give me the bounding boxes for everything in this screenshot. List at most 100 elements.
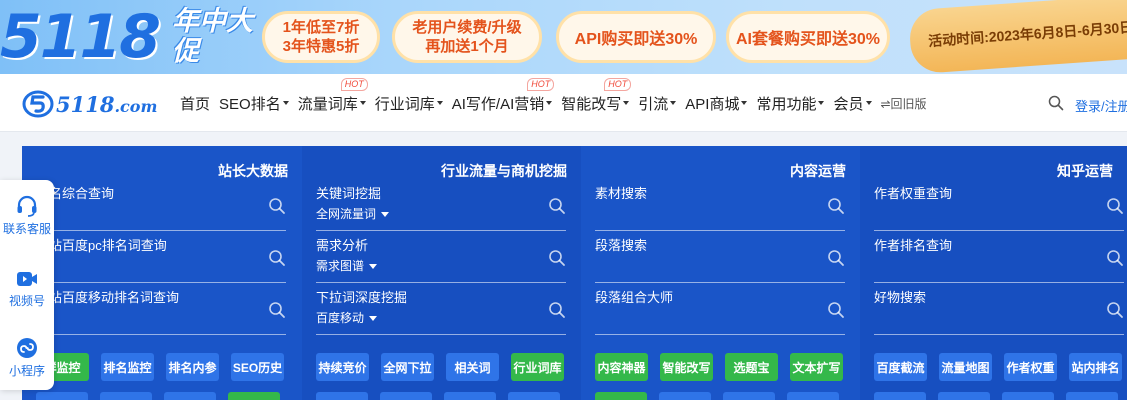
login-link[interactable]: 登录/注册	[1075, 96, 1127, 115]
site-logo[interactable]: 5118.com	[22, 90, 157, 118]
tool-search-row[interactable]: 需求分析 需求图谱	[316, 235, 566, 283]
quick-tool-button-partial[interactable]	[164, 392, 216, 400]
quick-tool-button-partial[interactable]	[100, 392, 152, 400]
video-channel-button[interactable]: 视频号	[0, 268, 54, 309]
search-icon[interactable]	[548, 197, 566, 220]
activity-time-badge: 活动时间:2023年6月8日-6月30日	[908, 0, 1127, 74]
tool-search-row[interactable]: 关键词挖掘 全网流量词	[316, 183, 566, 231]
tool-label: 网站百度pc排名词查询	[36, 238, 167, 253]
promo-banner[interactable]: 5118 年中大促 1年低至7折 3年特惠5折 老用户续费/升级 再加送1个月 …	[0, 0, 1127, 74]
quick-tool-button[interactable]: SEO历史	[231, 353, 284, 381]
tool-type-select[interactable]: 全网流量词	[316, 205, 390, 222]
quick-tool-button[interactable]: 全网下拉	[381, 353, 434, 381]
nav-menu-item[interactable]: 流量词库 HOT	[298, 77, 368, 114]
tool-type-select[interactable]: 需求图谱	[316, 257, 378, 274]
nav-menu-item[interactable]: 行业词库	[375, 93, 443, 114]
select-value: 百度移动	[316, 311, 365, 325]
nav-menu-item[interactable]: 常用功能	[756, 93, 825, 114]
nav-menu-item[interactable]: 首页	[180, 93, 210, 114]
tool-search-row[interactable]: 网站百度移动排名词查询	[36, 287, 286, 335]
quick-tool-button[interactable]: 文本扩写	[790, 353, 843, 381]
promo-line: 3年特惠5折	[282, 38, 360, 55]
promo-pill-discount[interactable]: 1年低至7折 3年特惠5折	[262, 11, 380, 63]
contact-service-button[interactable]: 联系客服	[0, 194, 54, 237]
search-icon[interactable]	[268, 197, 286, 220]
search-icon[interactable]	[548, 249, 566, 272]
search-icon[interactable]	[1048, 95, 1064, 111]
quick-tool-button[interactable]: 百度截流	[874, 353, 927, 381]
promo-pill-api[interactable]: API购买即送30%	[556, 11, 716, 63]
tool-search-row[interactable]: 段落搜索	[595, 235, 845, 283]
quick-tool-button[interactable]: 排名内参	[166, 353, 219, 381]
float-label: 联系客服	[2, 222, 51, 236]
search-icon[interactable]	[1106, 301, 1124, 324]
quick-tool-button-partial[interactable]	[874, 392, 926, 400]
quick-tool-button[interactable]: 作者权重	[1004, 353, 1057, 381]
mini-program-button[interactable]: 小程序	[0, 336, 54, 379]
panel-content-ops: 内容运营 素材搜索 段落搜索 段落组合大师 内容神器 智能改写 选题宝 文本扩写	[581, 146, 860, 400]
search-icon[interactable]	[268, 301, 286, 324]
quick-tool-button-partial[interactable]	[787, 392, 839, 400]
nav-menu-label: SEO排名	[219, 95, 281, 113]
nav-menu-item[interactable]: 引流	[638, 93, 677, 114]
quick-tool-button[interactable]: 选题宝	[725, 353, 778, 381]
nav-menu-label: 首页	[180, 95, 211, 113]
search-icon[interactable]	[827, 197, 845, 220]
tool-search-row[interactable]: 站名综合查询	[36, 183, 286, 231]
back-to-old-version-link[interactable]: ⇌回旧版	[881, 95, 927, 112]
quick-tool-button-partial[interactable]	[659, 392, 711, 400]
quick-tool-button[interactable]: 内容神器	[595, 353, 648, 381]
quick-tool-button[interactable]: 流量地图	[939, 353, 992, 381]
quick-tool-button-partial[interactable]	[595, 392, 647, 400]
tool-label: 作者权重查询	[874, 186, 953, 201]
more-tool-buttons-row	[595, 392, 839, 400]
tool-search-row[interactable]: 素材搜索	[595, 183, 845, 231]
quick-tool-button[interactable]: 智能改写	[660, 353, 713, 381]
quick-tool-button-partial[interactable]	[1002, 392, 1054, 400]
search-icon[interactable]	[827, 249, 845, 272]
quick-tool-button[interactable]: 站内排名	[1069, 353, 1122, 381]
nav-menu-item[interactable]: AI写作/AI营销 HOT	[452, 77, 555, 114]
quick-tool-button-partial[interactable]	[444, 392, 496, 400]
caret-down-icon	[623, 101, 630, 105]
tool-search-row[interactable]: 作者排名查询	[874, 235, 1124, 283]
nav-menu-item[interactable]: SEO排名	[219, 93, 289, 114]
quick-tool-button[interactable]: 排名监控	[101, 353, 154, 381]
tool-type-select[interactable]: 百度移动	[316, 309, 378, 326]
quick-tool-button-partial[interactable]	[36, 392, 88, 400]
tool-search-row[interactable]: 段落组合大师	[595, 287, 845, 335]
hot-badge: HOT	[340, 77, 368, 91]
nav-menu-item[interactable]: 会员	[833, 93, 872, 114]
quick-tool-button[interactable]: 相关词	[446, 353, 499, 381]
quick-tool-button-partial[interactable]	[1066, 392, 1118, 400]
promo-pill-renewal[interactable]: 老用户续费/升级 再加送1个月	[392, 11, 542, 63]
quick-tool-button[interactable]: 行业词库	[511, 353, 564, 381]
panel-industry-traffic: 行业流量与商机挖掘 关键词挖掘 全网流量词 需求分析 需求图谱 下拉词深度挖掘 百度移动 持续…	[302, 146, 581, 400]
caret-down-icon	[436, 101, 443, 105]
search-icon[interactable]	[1106, 197, 1124, 220]
nav-menu-item[interactable]: API商城	[685, 93, 748, 114]
tool-label: 作者排名查询	[874, 238, 953, 253]
tool-search-row[interactable]: 作者权重查询	[874, 183, 1124, 231]
search-icon[interactable]	[548, 301, 566, 324]
quick-tool-button-partial[interactable]	[316, 392, 368, 400]
quick-tool-tags: 群监控 排名监控 排名内参 SEO历史	[36, 353, 284, 381]
quick-tool-tags: 内容神器 智能改写 选题宝 文本扩写	[595, 353, 843, 381]
promo-pill-ai[interactable]: AI套餐购买即送30%	[726, 11, 890, 63]
caret-down-icon	[381, 212, 390, 218]
tool-search-row[interactable]: 网站百度pc排名词查询	[36, 235, 286, 283]
tool-search-row[interactable]: 下拉词深度挖掘 百度移动	[316, 287, 566, 335]
quick-tool-button-partial[interactable]	[228, 392, 280, 400]
quick-tool-button-partial[interactable]	[508, 392, 560, 400]
quick-tool-button-partial[interactable]	[723, 392, 775, 400]
search-icon[interactable]	[827, 301, 845, 324]
search-icon[interactable]	[268, 249, 286, 272]
caret-down-icon	[865, 101, 872, 105]
quick-tool-button-partial[interactable]	[938, 392, 990, 400]
nav-menu-item[interactable]: 智能改写 HOT	[561, 77, 632, 114]
search-icon[interactable]	[1106, 249, 1124, 272]
tool-label: 段落组合大师	[595, 290, 674, 305]
quick-tool-button[interactable]: 持续竞价	[316, 353, 369, 381]
tool-search-row[interactable]: 好物搜索	[874, 287, 1124, 335]
quick-tool-button-partial[interactable]	[380, 392, 432, 400]
